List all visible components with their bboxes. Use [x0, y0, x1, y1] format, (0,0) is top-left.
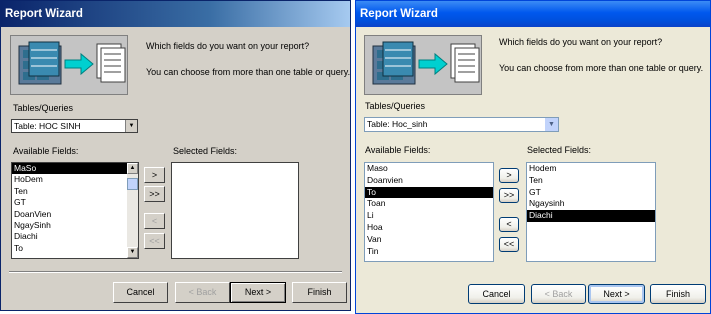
combo-value: Table: HOC SINH — [14, 121, 81, 131]
list-item[interactable]: Toan — [365, 198, 493, 210]
available-fields-list[interactable]: MaSo HoDem Ten GT DoanVien NgaySinh Diachi To ▲… — [11, 162, 139, 259]
question-text: Which fields do you want on your report? — [146, 41, 310, 51]
list-item[interactable]: Diachi — [527, 210, 655, 222]
report-wizard-illustration-icon — [10, 35, 128, 95]
hint-text: You can choose from more than one table … — [146, 67, 351, 77]
report-wizard-window-right: Report Wizard Which fields do you want o… — [355, 0, 711, 314]
remove-field-button[interactable]: < — [499, 217, 519, 232]
window-title: Report Wizard — [1, 1, 350, 27]
tables-queries-label: Tables/Queries — [13, 103, 74, 113]
list-item[interactable]: Ten — [12, 186, 138, 197]
scroll-thumb[interactable] — [127, 178, 138, 190]
list-item[interactable]: To — [12, 243, 138, 254]
chevron-down-icon[interactable]: ▼ — [125, 120, 137, 132]
remove-field-button[interactable]: < — [144, 213, 165, 229]
list-item[interactable]: Hodem — [527, 163, 655, 175]
tables-queries-combo[interactable]: Table: HOC SINH ▼ — [11, 119, 138, 133]
list-item[interactable]: Maso — [365, 163, 493, 175]
back-button[interactable]: < Back — [175, 282, 230, 303]
add-all-fields-button[interactable]: >> — [499, 188, 519, 203]
list-item[interactable]: To — [365, 186, 493, 199]
list-item[interactable]: GT — [12, 197, 138, 208]
question-text: Which fields do you want on your report? — [499, 37, 663, 47]
divider — [9, 271, 342, 273]
report-wizard-illustration-icon — [364, 35, 482, 95]
list-item[interactable]: Diachi — [12, 231, 138, 242]
add-all-fields-button[interactable]: >> — [144, 186, 165, 202]
arrow-up-icon[interactable]: ▲ — [127, 163, 138, 174]
cancel-button[interactable]: Cancel — [113, 282, 168, 303]
arrow-down-icon[interactable]: ▼ — [127, 247, 138, 258]
remove-all-fields-button[interactable]: << — [144, 233, 165, 249]
combo-value: Table: Hoc_sinh — [367, 119, 428, 129]
back-button[interactable]: < Back — [531, 284, 586, 304]
list-item[interactable]: Li — [365, 210, 493, 222]
finish-button[interactable]: Finish — [292, 282, 347, 303]
list-item[interactable]: Doanvien — [365, 175, 493, 187]
available-fields-list[interactable]: Maso Doanvien To Toan Li Hoa Van Tin — [364, 162, 494, 262]
add-field-button[interactable]: > — [499, 168, 519, 183]
cancel-button[interactable]: Cancel — [468, 284, 525, 304]
selected-fields-list[interactable] — [171, 162, 299, 259]
available-fields-label: Available Fields: — [365, 145, 431, 155]
list-item[interactable]: Tin — [365, 246, 493, 258]
list-item[interactable]: GT — [527, 187, 655, 199]
list-item[interactable]: Ngaysinh — [527, 198, 655, 210]
tables-queries-label: Tables/Queries — [365, 101, 426, 111]
remove-all-fields-button[interactable]: << — [499, 237, 519, 252]
list-item[interactable]: Hoa — [365, 222, 493, 234]
selected-fields-list[interactable]: Hodem Ten GT Ngaysinh Diachi — [526, 162, 656, 262]
selected-fields-label: Selected Fields: — [527, 145, 592, 155]
list-item[interactable]: NgaySinh — [12, 220, 138, 231]
tables-queries-combo[interactable]: Table: Hoc_sinh ▼ — [364, 117, 559, 132]
hint-text: You can choose from more than one table … — [499, 63, 704, 73]
add-field-button[interactable]: > — [144, 167, 165, 183]
finish-button[interactable]: Finish — [650, 284, 706, 304]
list-item[interactable]: Ten — [527, 175, 655, 187]
scrollbar[interactable]: ▲ ▼ — [127, 163, 138, 258]
selected-fields-label: Selected Fields: — [173, 146, 238, 156]
next-button[interactable]: Next > — [588, 284, 645, 304]
report-wizard-window-left: Report Wizard Which fields do you want o… — [0, 0, 351, 311]
list-item[interactable]: MaSo — [12, 163, 138, 175]
available-fields-label: Available Fields: — [13, 146, 79, 156]
list-item[interactable]: Van — [365, 234, 493, 246]
window-title: Report Wizard — [356, 1, 710, 27]
chevron-down-icon[interactable]: ▼ — [545, 118, 558, 131]
next-button[interactable]: Next > — [230, 282, 286, 303]
list-item[interactable]: DoanVien — [12, 209, 138, 220]
list-item[interactable]: HoDem — [12, 174, 138, 185]
